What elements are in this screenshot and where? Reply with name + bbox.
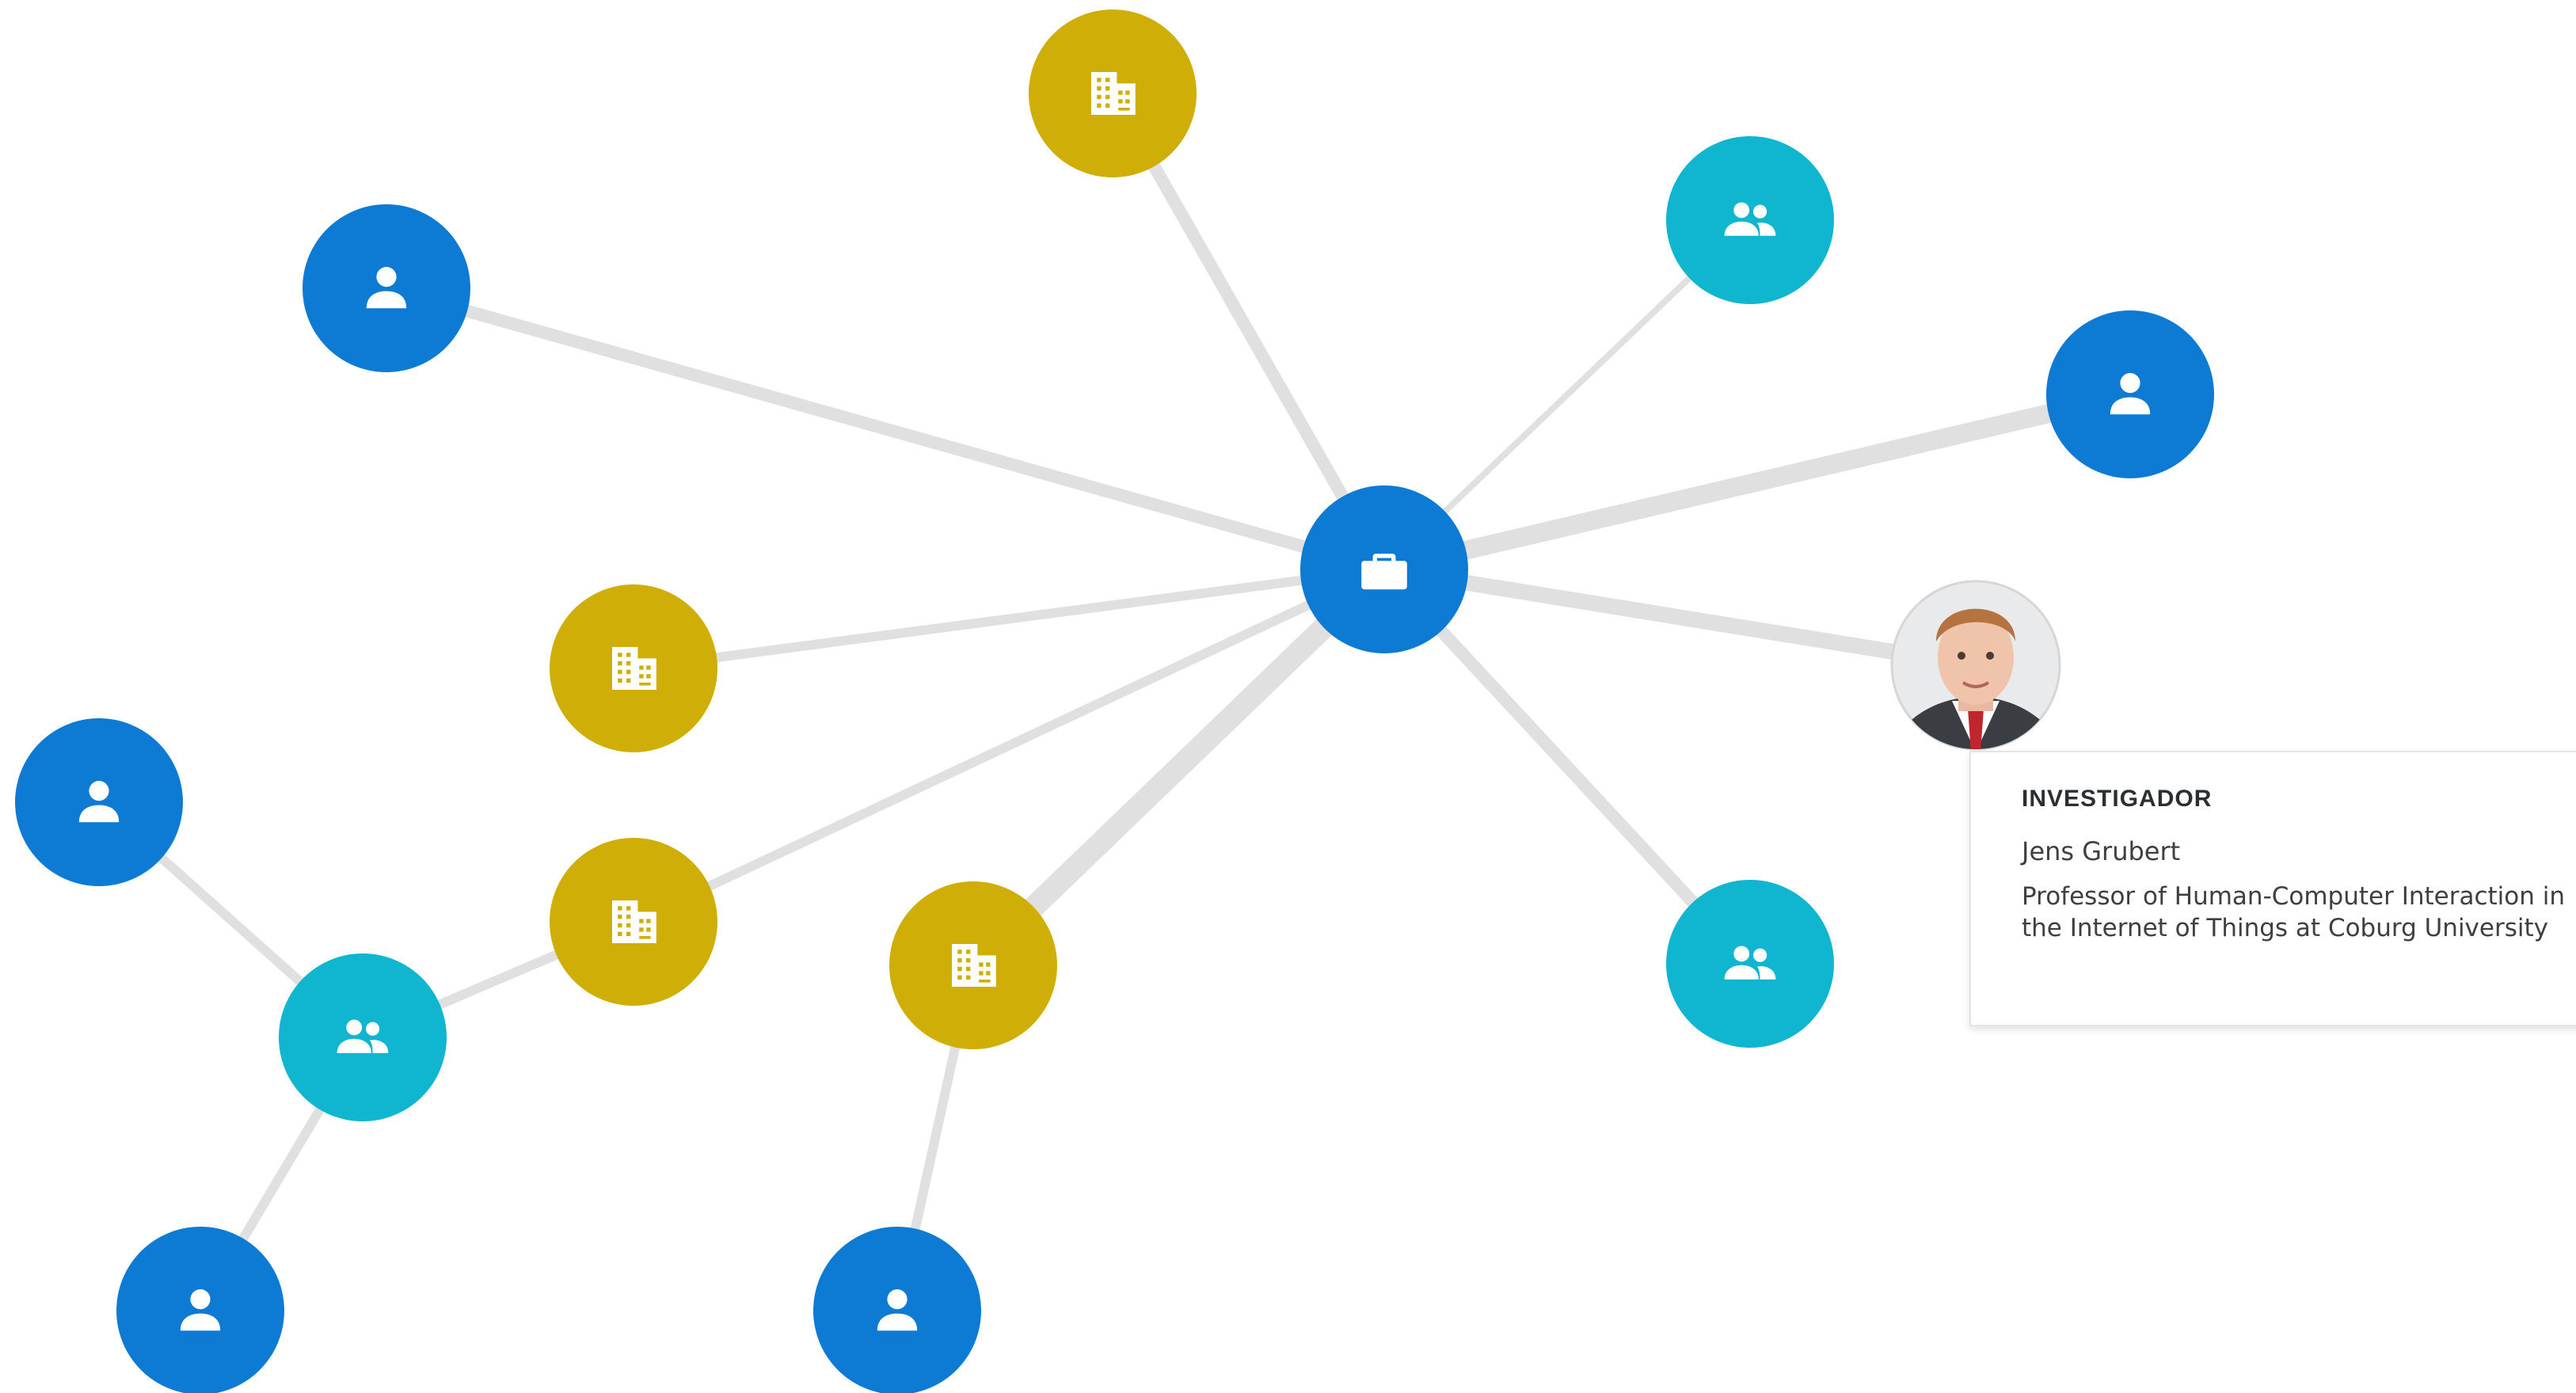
group-node-circle — [1666, 880, 1834, 1048]
nodes-layer — [15, 10, 2214, 1393]
group-node-circle — [279, 953, 447, 1121]
person-node-circle — [813, 1227, 981, 1393]
network-graph — [15, 10, 2214, 1393]
edge-project-center-person-topleft — [384, 282, 1387, 576]
node-org-left2[interactable] — [550, 838, 717, 1006]
person-node-circle — [15, 718, 183, 886]
tooltip-description: Professor of Human-Computer Interaction … — [2022, 882, 2566, 942]
tooltip-name: Jens Grubert — [2022, 836, 2181, 866]
group-node-circle — [1666, 136, 1834, 304]
node-person-bottomleft[interactable] — [116, 1227, 284, 1393]
node-group-bottomright[interactable] — [1666, 880, 1834, 1048]
node-person-bottom[interactable] — [813, 1227, 981, 1393]
node-org-midleft[interactable] — [550, 584, 717, 752]
node-project-center[interactable] — [1300, 485, 1468, 653]
node-group-topright[interactable] — [1666, 136, 1834, 304]
node-org-bottom[interactable] — [889, 881, 1057, 1049]
node-group-left[interactable] — [279, 953, 447, 1121]
node-tooltip: INVESTIGADOR Jens Grubert Professor of H… — [1969, 751, 2576, 1026]
node-person-left[interactable] — [15, 718, 183, 886]
edge-project-center-org-bottom — [965, 561, 1392, 974]
node-person-right[interactable] — [2046, 310, 2214, 478]
person-node-circle — [2046, 310, 2214, 478]
person-node-circle — [116, 1227, 284, 1393]
node-org-top[interactable] — [1029, 10, 1197, 177]
edge-project-center-person-right — [1382, 385, 2133, 579]
edge-project-center-person-photo — [1383, 561, 1977, 673]
person-node-circle — [302, 204, 470, 372]
tooltip-role: INVESTIGADOR — [2022, 786, 2213, 812]
node-person-topleft[interactable] — [302, 204, 470, 372]
